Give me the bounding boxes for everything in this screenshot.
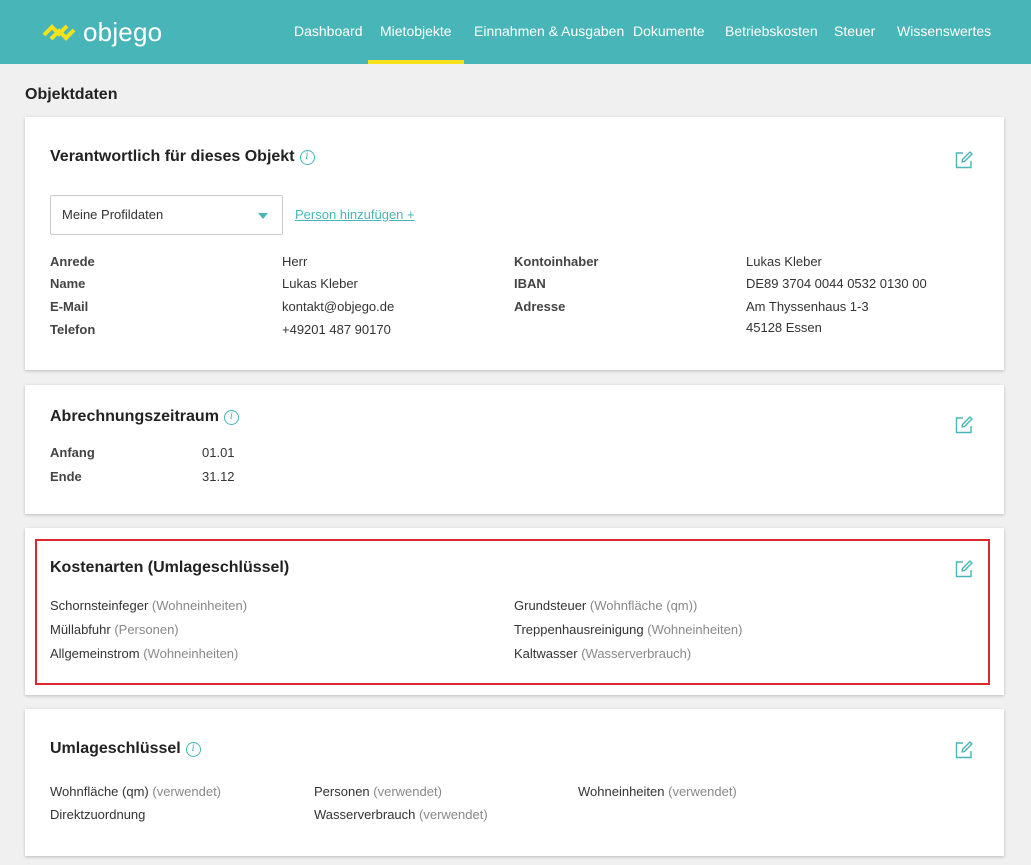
top-navigation-bar: objego Dashboard Mietobjekte Einnahmen &… [0, 0, 1031, 64]
billing-period-title-text: Abrechnungszeitraum [50, 408, 219, 425]
label-email: E-Mail [50, 299, 89, 314]
value-anrede: Herr [282, 254, 308, 269]
value-anfang: 01.01 [202, 445, 235, 460]
allocation-key-item: Direktzuordnung [50, 807, 146, 822]
value-ende: 31.12 [202, 469, 235, 484]
responsible-person-select[interactable]: Meine Profildaten [50, 195, 283, 235]
nav-item-betriebskosten[interactable]: Betriebskosten [725, 0, 818, 64]
billing-period-card: Abrechnungszeitraum i Anfang 01.01 Ende … [25, 385, 1004, 514]
nav-item-dashboard[interactable]: Dashboard [294, 0, 363, 64]
responsible-card: Verantwortlich für dieses Objekt i Meine… [25, 117, 1004, 370]
value-adresse-line2: 45128 Essen [746, 320, 822, 335]
nav-item-mietobjekte[interactable]: Mietobjekte [368, 0, 464, 64]
nav-item-einnahmen-ausgaben[interactable]: Einnahmen & Ausgaben [474, 0, 624, 64]
allocation-key-item: Personen (verwendet) [314, 784, 442, 799]
info-icon[interactable]: i [185, 741, 201, 757]
cost-type-item: Müllabfuhr (Personen) [50, 622, 179, 637]
edit-icon[interactable] [954, 150, 974, 170]
edit-icon[interactable] [954, 740, 974, 760]
value-kontoinhaber: Lukas Kleber [746, 254, 822, 269]
select-value: Meine Profildaten [62, 207, 164, 222]
value-name: Lukas Kleber [282, 276, 358, 291]
caret-down-icon [258, 213, 268, 219]
value-iban: DE89 3704 0044 0532 0130 00 [746, 276, 927, 291]
label-iban: IBAN [514, 276, 546, 291]
cost-type-item: Grundsteuer (Wohnfläche (qm)) [514, 598, 698, 613]
cost-type-item: Schornsteinfeger (Wohneinheiten) [50, 598, 248, 613]
allocation-keys-card-title: Umlageschlüssel i [50, 740, 201, 758]
edit-icon[interactable] [954, 559, 974, 579]
nav-item-dokumente[interactable]: Dokumente [633, 0, 705, 64]
nav-item-steuer[interactable]: Steuer [834, 0, 875, 64]
main-nav: Dashboard Mietobjekte Einnahmen & Ausgab… [0, 0, 1031, 64]
info-icon[interactable]: i [223, 409, 239, 425]
label-kontoinhaber: Kontoinhaber [514, 254, 599, 269]
info-icon[interactable]: i [299, 149, 315, 165]
responsible-card-title: Verantwortlich für dieses Objekt i [50, 148, 315, 166]
cost-types-card: Kostenarten (Umlageschlüssel) Schornstei… [25, 528, 1004, 695]
edit-icon[interactable] [954, 415, 974, 435]
page-title: Objektdaten [25, 86, 118, 103]
allocation-key-item: Wasserverbrauch (verwendet) [314, 807, 488, 822]
billing-period-card-title: Abrechnungszeitraum i [50, 408, 239, 426]
label-adresse: Adresse [514, 299, 566, 314]
allocation-keys-card: Umlageschlüssel i Wohnfläche (qm) (verwe… [25, 709, 1004, 856]
nav-item-wissenswertes[interactable]: Wissenswertes [897, 0, 991, 64]
value-email: kontakt@objego.de [282, 299, 395, 314]
allocation-key-item: Wohnfläche (qm) (verwendet) [50, 784, 222, 799]
cost-type-item: Allgemeinstrom (Wohneinheiten) [50, 646, 239, 661]
label-telefon: Telefon [50, 322, 96, 337]
responsible-title-text: Verantwortlich für dieses Objekt [50, 148, 295, 165]
label-anfang: Anfang [50, 445, 95, 460]
allocation-keys-title-text: Umlageschlüssel [50, 740, 181, 757]
cost-type-item: Kaltwasser (Wasserverbrauch) [514, 646, 692, 661]
allocation-key-item: Wohneinheiten (verwendet) [578, 784, 737, 799]
label-ende: Ende [50, 469, 82, 484]
value-adresse-line1: Am Thyssenhaus 1-3 [746, 299, 869, 314]
add-person-link[interactable]: Person hinzufügen + [295, 207, 415, 222]
label-anrede: Anrede [50, 254, 95, 269]
value-telefon: +49201 487 90170 [282, 322, 391, 337]
cost-types-card-title: Kostenarten (Umlageschlüssel) [50, 559, 290, 576]
cost-type-item: Treppenhausreinigung (Wohneinheiten) [514, 622, 743, 637]
label-name: Name [50, 276, 86, 291]
